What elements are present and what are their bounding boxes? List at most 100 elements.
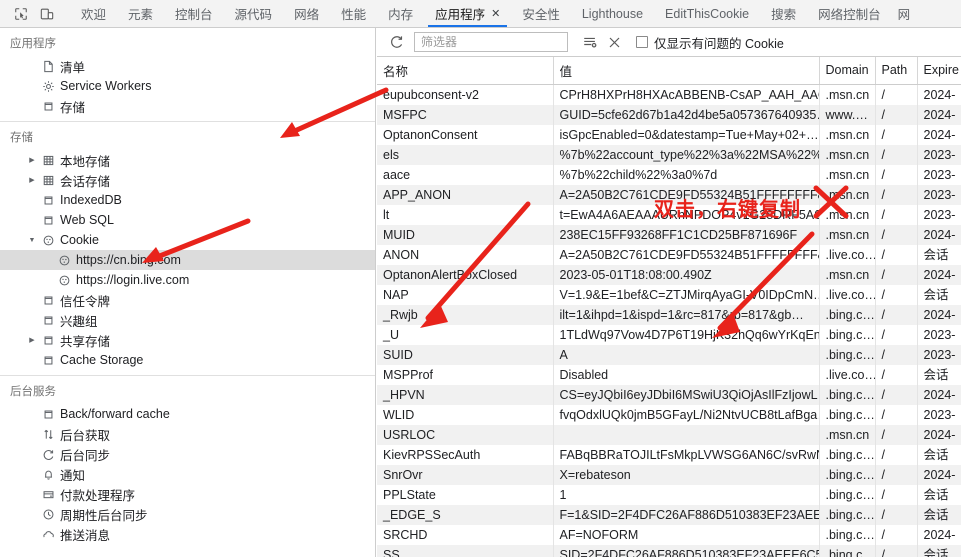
chevron-down-icon[interactable]: ▼	[26, 237, 38, 244]
inspect-icon[interactable]	[8, 0, 34, 27]
cell-value[interactable]: %7b%22child%22%3a0%7d	[553, 164, 820, 185]
sidebar-item[interactable]: ▶推送消息	[0, 524, 375, 544]
cell-value[interactable]: t=EwA4A6AEAAAURnNPDOP4v1G28DRF5A6y…	[553, 204, 820, 225]
cell-domain[interactable]: .bing.c…	[819, 464, 876, 485]
table-row[interactable]: ANON A=2A50B2C761CDE9FD55324B51FFFFFFFF&E…	[377, 244, 961, 265]
cell-domain[interactable]: .live.co…	[819, 244, 876, 265]
tab-performance[interactable]: 性能	[330, 0, 377, 27]
cell-name[interactable]: PPLState	[377, 484, 554, 505]
cell-value[interactable]: SID=2F4DFC26AF886D510383EF23AEEE6C5C…	[553, 544, 820, 557]
cell-name[interactable]: SnrOvr	[377, 464, 554, 485]
sidebar-item[interactable]: ▶后台获取	[0, 424, 375, 444]
cell-value[interactable]: X=rebateson	[553, 464, 820, 485]
cell-expires[interactable]: 2024-	[917, 304, 961, 325]
cell-name[interactable]: USRLOC	[377, 424, 554, 445]
cell-domain[interactable]: .bing.c…	[819, 484, 876, 505]
cell-name[interactable]: OptanonConsent	[377, 124, 554, 145]
cell-name[interactable]: SUID	[377, 344, 554, 365]
table-row[interactable]: PPLState 1 .bing.c… / 会话	[377, 484, 961, 505]
cell-domain[interactable]: .msn.cn	[819, 224, 876, 245]
sidebar-item[interactable]: ▶ 会话存储	[0, 170, 375, 190]
cell-path[interactable]: /	[875, 444, 918, 465]
cell-expires[interactable]: 2023-	[917, 324, 961, 345]
column-header-domain[interactable]: Domain	[819, 57, 876, 85]
cell-name[interactable]: _HPVN	[377, 384, 554, 405]
cell-path[interactable]: /	[875, 104, 918, 125]
chevron-right-icon[interactable]: ▶	[26, 157, 38, 164]
cell-expires[interactable]: 2023-	[917, 344, 961, 365]
cell-path[interactable]: /	[875, 184, 918, 205]
column-header-name[interactable]: 名称	[377, 57, 554, 85]
cell-expires[interactable]: 2023-	[917, 184, 961, 205]
table-row[interactable]: NAP V=1.9&E=1bef&C=ZTJMirqAyaGI-V0IDpCmN……	[377, 284, 961, 305]
cell-name[interactable]: NAP	[377, 284, 554, 305]
cell-value[interactable]: A=2A50B2C761CDE9FD55324B51FFFFFFFF&E…	[553, 244, 820, 265]
cell-name[interactable]: _EDGE_S	[377, 504, 554, 525]
cell-value[interactable]: FABqBBRaTOJILtFsMkpLVWSG6AN6C/svRwN…	[553, 444, 820, 465]
cell-domain[interactable]: .bing.c…	[819, 504, 876, 525]
device-toolbar-icon[interactable]	[34, 0, 60, 27]
cell-domain[interactable]: .bing.c…	[819, 384, 876, 405]
sidebar-item[interactable]: ▶https://login.live.com	[0, 270, 375, 290]
cell-expires[interactable]: 会话	[917, 544, 961, 557]
cell-expires[interactable]: 2024-	[917, 84, 961, 105]
table-row[interactable]: SnrOvr X=rebateson .bing.c…/2024-	[377, 464, 961, 485]
cell-expires[interactable]: 会话	[917, 444, 961, 465]
table-row[interactable]: _EDGE_S F=1&SID=2F4DFC26AF886D510383EF23A…	[377, 504, 961, 525]
table-row[interactable]: SRCHD AF=NOFORM .bing.c…/2024-	[377, 524, 961, 545]
cell-domain[interactable]: .live.co…	[819, 284, 876, 305]
cell-path[interactable]: /	[875, 224, 918, 245]
close-icon[interactable]: ✕	[491, 7, 500, 20]
table-row[interactable]: MUID 238EC15FF93268FF1C1CD25BF871696F .msn…	[377, 224, 961, 245]
tab-editthiscookie[interactable]: EditThisCookie	[654, 0, 760, 27]
sidebar-item[interactable]: ▶Back/forward cache	[0, 404, 375, 424]
sidebar-item[interactable]: ▶IndexedDB	[0, 190, 375, 210]
cell-path[interactable]: /	[875, 144, 918, 165]
cell-path[interactable]: /	[875, 504, 918, 525]
cell-path[interactable]: /	[875, 204, 918, 225]
cell-domain[interactable]: .msn.cn	[819, 124, 876, 145]
cell-domain[interactable]: .msn.cn	[819, 424, 876, 445]
cell-domain[interactable]: .bing.c…	[819, 404, 876, 425]
cell-value[interactable]: %7b%22account_type%22%3a%22MSA%22%…	[553, 144, 820, 165]
table-row[interactable]: lt t=EwA4A6AEAAAURnNPDOP4v1G28DRF5A6y… .ms…	[377, 204, 961, 225]
cell-value[interactable]: A	[553, 344, 820, 365]
sidebar-item[interactable]: ▶周期性后台同步	[0, 504, 375, 524]
checkbox-box[interactable]	[636, 36, 648, 48]
cell-path[interactable]: /	[875, 484, 918, 505]
cell-expires[interactable]: 会话	[917, 244, 961, 265]
tab-network-console[interactable]: 网络控制台	[807, 0, 892, 27]
column-header-expires[interactable]: Expire	[917, 57, 961, 85]
tab-welcome[interactable]: 欢迎	[70, 0, 117, 27]
cell-path[interactable]: /	[875, 264, 918, 285]
cell-expires[interactable]: 2023-	[917, 204, 961, 225]
cell-value[interactable]: ilt=1&ihpd=1&ispd=1&rc=817&rb=817&gb…	[553, 304, 820, 325]
cell-domain[interactable]: .msn.cn	[819, 264, 876, 285]
cell-path[interactable]: /	[875, 124, 918, 145]
cell-domain[interactable]: .bing.c…	[819, 444, 876, 465]
cell-name[interactable]: MUID	[377, 224, 554, 245]
cell-path[interactable]: /	[875, 284, 918, 305]
cell-path[interactable]: /	[875, 384, 918, 405]
cell-value[interactable]: V=1.9&E=1bef&C=ZTJMirqAyaGI-V0IDpCmN…	[553, 284, 820, 305]
cell-domain[interactable]: .bing.c…	[819, 324, 876, 345]
cell-expires[interactable]: 2024-	[917, 524, 961, 545]
cell-domain[interactable]: .bing.c…	[819, 544, 876, 557]
sidebar-item[interactable]: ▶通知	[0, 464, 375, 484]
clear-all-cookies-icon[interactable]	[578, 31, 602, 53]
tab-search[interactable]: 搜索	[760, 0, 807, 27]
table-row[interactable]: _U 1TLdWq97Vow4D7P6T19HjK32hQq6wYrKqEn… .b…	[377, 324, 961, 345]
cell-value[interactable]	[553, 424, 820, 445]
cell-name[interactable]: MSPProf	[377, 364, 554, 385]
cell-value[interactable]: AF=NOFORM	[553, 524, 820, 545]
cell-domain[interactable]: .msn.cn	[819, 144, 876, 165]
cell-domain[interactable]: .msn.cn	[819, 204, 876, 225]
table-row[interactable]: SS SID=2F4DFC26AF886D510383EF23AEEE6C5C….…	[377, 544, 961, 557]
cell-value[interactable]: GUID=5cfe62d67b1a42d4be5a057367640935…	[553, 104, 820, 125]
filter-input-wrapper[interactable]	[414, 32, 568, 52]
cell-value[interactable]: A=2A50B2C761CDE9FD55324B51FFFFFFFF&…	[553, 184, 820, 205]
cell-name[interactable]: eupubconsent-v2	[377, 84, 554, 105]
table-row[interactable]: aace %7b%22child%22%3a0%7d .msn.cn/2023-	[377, 164, 961, 185]
cell-domain[interactable]: .msn.cn	[819, 164, 876, 185]
sidebar-item[interactable]: ▼ Cookie	[0, 230, 375, 250]
